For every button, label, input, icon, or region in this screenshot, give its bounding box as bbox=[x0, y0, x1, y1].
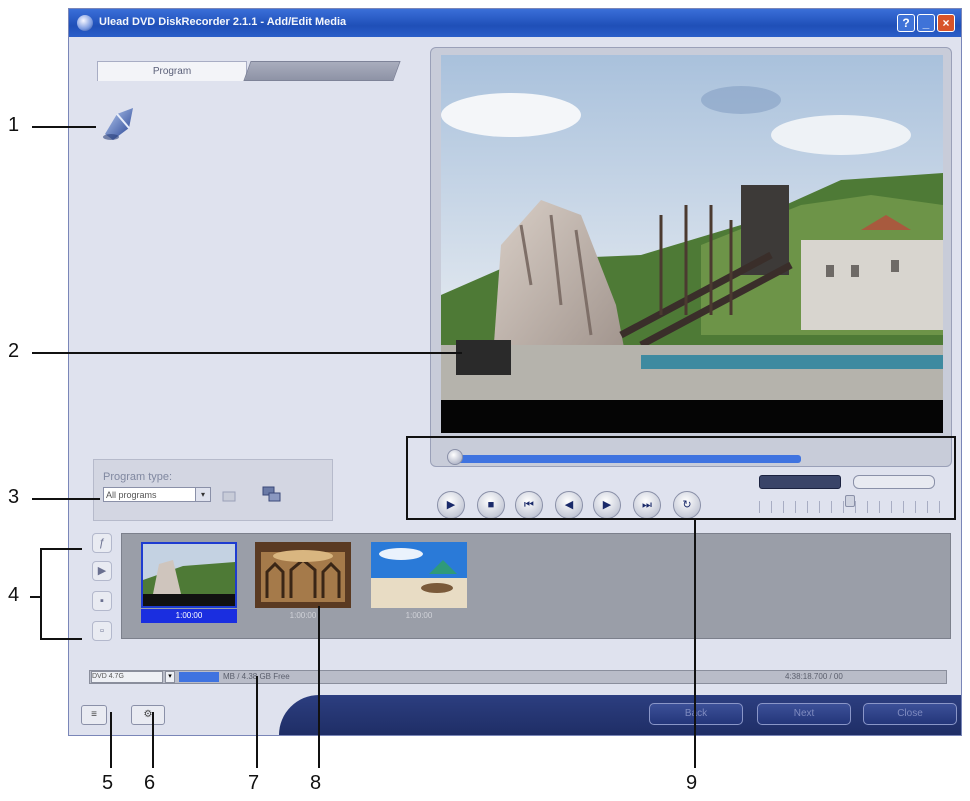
callout-bracket bbox=[40, 548, 42, 640]
callout-bracket bbox=[40, 638, 82, 640]
settings-list-button[interactable]: ≡ bbox=[81, 705, 107, 725]
function-tool-button[interactable]: ƒ bbox=[92, 533, 112, 553]
back-button[interactable]: Back bbox=[649, 703, 743, 725]
next-button[interactable]: Next bbox=[757, 703, 851, 725]
callout-number: 8 bbox=[310, 772, 322, 794]
delete-clip-button[interactable]: ▫ bbox=[92, 621, 112, 641]
help-button[interactable]: ? bbox=[897, 14, 915, 32]
callout-number: 9 bbox=[686, 772, 698, 794]
callout-number: 7 bbox=[248, 772, 260, 794]
close-button[interactable]: Close bbox=[863, 703, 957, 725]
navigation-bar bbox=[279, 695, 961, 735]
minimize-button[interactable]: _ bbox=[917, 14, 935, 32]
callout-bracket bbox=[40, 548, 82, 550]
callout-number: 1 bbox=[8, 114, 20, 136]
callout-line bbox=[256, 676, 258, 768]
clip-thumbnail[interactable] bbox=[255, 542, 351, 608]
preview-video[interactable] bbox=[441, 55, 943, 433]
clip-caption: 1:00:00 bbox=[141, 609, 237, 623]
program-pane bbox=[95, 81, 431, 449]
callout-line bbox=[694, 520, 696, 768]
disc-usage-fill bbox=[179, 672, 219, 682]
callout-number: 5 bbox=[102, 772, 114, 794]
tab-secondary[interactable] bbox=[243, 61, 401, 81]
clip-caption: 1:00:00 bbox=[405, 611, 433, 620]
clip-thumbnail[interactable] bbox=[371, 542, 467, 608]
clip-caption: 1:00:00 bbox=[289, 611, 317, 620]
app-logo-icon bbox=[77, 15, 93, 31]
callout-line bbox=[318, 606, 320, 768]
callout-number: 2 bbox=[8, 340, 20, 362]
storyboard-side-toolbar: ƒ ▶ ▪ ▫ bbox=[89, 531, 115, 651]
gear-icon[interactable]: ⚙ bbox=[131, 705, 165, 725]
title-bar[interactable]: Ulead DVD DiskRecorder 2.1.1 - Add/Edit … bbox=[69, 9, 961, 37]
app-window: Ulead DVD DiskRecorder 2.1.1 - Add/Edit … bbox=[68, 8, 962, 736]
edit-clip-button[interactable]: ▪ bbox=[92, 591, 112, 611]
disc-type-dropdown[interactable]: DVD 4.7G bbox=[91, 671, 163, 683]
callout-number: 3 bbox=[8, 486, 20, 508]
callout-number: 4 bbox=[8, 584, 20, 606]
folder-icon[interactable] bbox=[221, 487, 237, 503]
program-type-label: Program type: bbox=[103, 471, 173, 483]
playback-controls-callout-box bbox=[406, 436, 956, 520]
callout-line bbox=[152, 712, 154, 768]
callout-line bbox=[30, 596, 40, 598]
window-title: Ulead DVD DiskRecorder 2.1.1 - Add/Edit … bbox=[99, 16, 347, 28]
callout-line bbox=[32, 352, 462, 354]
disc-time-text: 4:38:18.700 / 00 bbox=[785, 672, 843, 681]
chevron-down-icon[interactable]: ▾ bbox=[195, 488, 210, 501]
tab-program[interactable]: Program bbox=[97, 61, 247, 81]
close-window-button[interactable]: × bbox=[937, 14, 955, 32]
storyboard-panel bbox=[121, 533, 951, 639]
callout-line bbox=[110, 712, 112, 768]
callout-line bbox=[32, 498, 100, 500]
chevron-down-icon[interactable]: ▾ bbox=[165, 671, 175, 683]
callout-line bbox=[32, 126, 96, 128]
clip-thumbnail[interactable] bbox=[141, 542, 237, 608]
program-import-icon[interactable] bbox=[99, 104, 139, 144]
screens-icon[interactable] bbox=[261, 485, 283, 503]
play-clip-button[interactable]: ▶ bbox=[92, 561, 112, 581]
callout-number: 6 bbox=[144, 772, 156, 794]
